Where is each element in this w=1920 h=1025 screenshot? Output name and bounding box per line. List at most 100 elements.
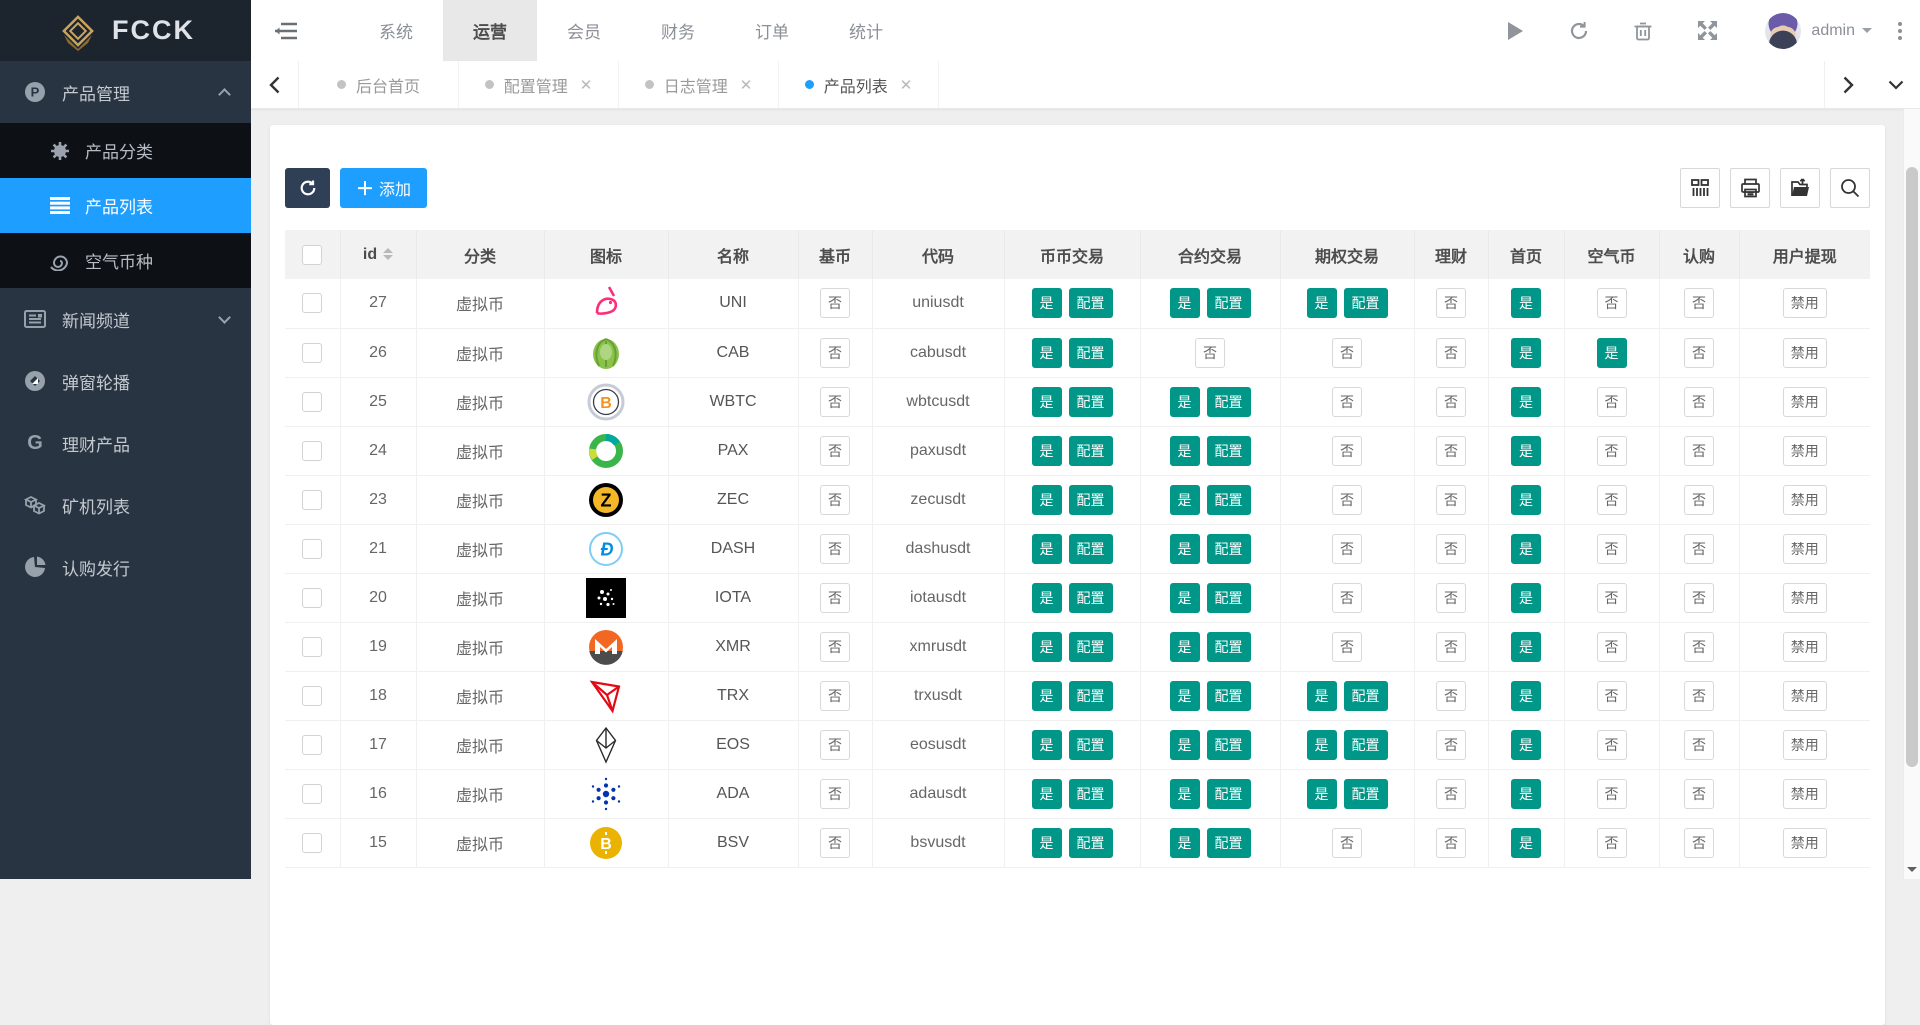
- spot-yes-toggle[interactable]: 是: [1032, 828, 1062, 858]
- finance-no-toggle[interactable]: 否: [1436, 730, 1466, 760]
- option-no-toggle[interactable]: 否: [1332, 387, 1362, 417]
- contract-yes-toggle[interactable]: 是: [1170, 534, 1200, 564]
- spot-yes-toggle[interactable]: 是: [1032, 338, 1062, 368]
- spot-yes-toggle[interactable]: 是: [1032, 632, 1062, 662]
- subscribe-no-toggle[interactable]: 否: [1684, 583, 1714, 613]
- home-yes-toggle[interactable]: 是: [1511, 436, 1541, 466]
- sidebar-item-product-list[interactable]: 产品列表: [0, 178, 251, 233]
- tab-close-icon[interactable]: ✕: [740, 76, 753, 94]
- spot-yes-toggle[interactable]: 是: [1032, 485, 1062, 515]
- sidebar-item-air-coins[interactable]: 空气币种: [0, 233, 251, 288]
- scrollbar-down-button[interactable]: [1904, 861, 1920, 877]
- refresh-table-button[interactable]: [285, 168, 330, 208]
- clear-cache-button[interactable]: [1611, 0, 1675, 61]
- finance-no-toggle[interactable]: 否: [1436, 583, 1466, 613]
- spot-config-button[interactable]: 配置: [1069, 779, 1113, 809]
- home-yes-toggle[interactable]: 是: [1511, 632, 1541, 662]
- spot-yes-toggle[interactable]: 是: [1032, 436, 1062, 466]
- row-checkbox[interactable]: [302, 735, 322, 755]
- base-no-toggle[interactable]: 否: [820, 485, 850, 515]
- contract-yes-toggle[interactable]: 是: [1170, 387, 1200, 417]
- withdraw-disabled-toggle[interactable]: 禁用: [1783, 730, 1827, 760]
- nav-item-0[interactable]: 系统: [349, 0, 443, 61]
- option-no-toggle[interactable]: 否: [1332, 436, 1362, 466]
- spot-config-button[interactable]: 配置: [1069, 436, 1113, 466]
- subscribe-no-toggle[interactable]: 否: [1684, 288, 1714, 318]
- row-checkbox[interactable]: [302, 588, 322, 608]
- finance-no-toggle[interactable]: 否: [1436, 828, 1466, 858]
- contract-yes-toggle[interactable]: 是: [1170, 632, 1200, 662]
- finance-no-toggle[interactable]: 否: [1436, 288, 1466, 318]
- spot-yes-toggle[interactable]: 是: [1032, 583, 1062, 613]
- option-no-toggle[interactable]: 否: [1332, 485, 1362, 515]
- subscribe-no-toggle[interactable]: 否: [1684, 632, 1714, 662]
- tab-close-icon[interactable]: ✕: [900, 76, 913, 94]
- contract-yes-toggle[interactable]: 是: [1170, 681, 1200, 711]
- air-no-toggle[interactable]: 否: [1597, 730, 1627, 760]
- base-no-toggle[interactable]: 否: [820, 288, 850, 318]
- spot-config-button[interactable]: 配置: [1069, 288, 1113, 318]
- finance-no-toggle[interactable]: 否: [1436, 534, 1466, 564]
- contract-yes-toggle[interactable]: 是: [1170, 485, 1200, 515]
- option-no-toggle[interactable]: 否: [1332, 632, 1362, 662]
- row-checkbox[interactable]: [302, 784, 322, 804]
- base-no-toggle[interactable]: 否: [820, 436, 850, 466]
- finance-no-toggle[interactable]: 否: [1436, 485, 1466, 515]
- base-no-toggle[interactable]: 否: [820, 583, 850, 613]
- subscribe-no-toggle[interactable]: 否: [1684, 534, 1714, 564]
- contract-yes-toggle[interactable]: 是: [1170, 828, 1200, 858]
- scrollbar-thumb[interactable]: [1906, 167, 1918, 767]
- air-no-toggle[interactable]: 否: [1597, 485, 1627, 515]
- withdraw-disabled-toggle[interactable]: 禁用: [1783, 338, 1827, 368]
- tab-2[interactable]: 日志管理 ✕: [619, 61, 779, 108]
- withdraw-disabled-toggle[interactable]: 禁用: [1783, 828, 1827, 858]
- spot-yes-toggle[interactable]: 是: [1032, 730, 1062, 760]
- refresh-page-button[interactable]: [1547, 0, 1611, 61]
- contract-config-button[interactable]: 配置: [1207, 436, 1251, 466]
- tabs-scroll-left-button[interactable]: [251, 61, 299, 108]
- contract-no-toggle[interactable]: 否: [1195, 338, 1225, 368]
- contract-yes-toggle[interactable]: 是: [1170, 730, 1200, 760]
- nav-item-4[interactable]: 订单: [725, 0, 819, 61]
- option-no-toggle[interactable]: 否: [1332, 828, 1362, 858]
- tabs-menu-button[interactable]: [1872, 61, 1920, 108]
- home-yes-toggle[interactable]: 是: [1511, 485, 1541, 515]
- row-checkbox[interactable]: [302, 441, 322, 461]
- option-config-button[interactable]: 配置: [1344, 288, 1388, 318]
- row-checkbox[interactable]: [302, 392, 322, 412]
- tab-close-icon[interactable]: ✕: [580, 76, 593, 94]
- spot-config-button[interactable]: 配置: [1069, 485, 1113, 515]
- row-checkbox[interactable]: [302, 293, 322, 313]
- search-button[interactable]: [1830, 168, 1870, 208]
- col-header-id[interactable]: id: [340, 230, 416, 279]
- finance-no-toggle[interactable]: 否: [1436, 779, 1466, 809]
- air-no-toggle[interactable]: 否: [1597, 828, 1627, 858]
- sidebar-item-finance-products[interactable]: G 理财产品: [0, 412, 251, 474]
- spot-config-button[interactable]: 配置: [1069, 387, 1113, 417]
- air-yes-toggle[interactable]: 是: [1597, 338, 1627, 368]
- contract-config-button[interactable]: 配置: [1207, 730, 1251, 760]
- finance-no-toggle[interactable]: 否: [1436, 387, 1466, 417]
- contract-yes-toggle[interactable]: 是: [1170, 436, 1200, 466]
- home-yes-toggle[interactable]: 是: [1511, 681, 1541, 711]
- base-no-toggle[interactable]: 否: [820, 681, 850, 711]
- option-yes-toggle[interactable]: 是: [1307, 779, 1337, 809]
- option-no-toggle[interactable]: 否: [1332, 534, 1362, 564]
- air-no-toggle[interactable]: 否: [1597, 387, 1627, 417]
- spot-yes-toggle[interactable]: 是: [1032, 288, 1062, 318]
- contract-yes-toggle[interactable]: 是: [1170, 288, 1200, 318]
- option-yes-toggle[interactable]: 是: [1307, 288, 1337, 318]
- sidebar-item-subscription-issue[interactable]: 认购发行: [0, 536, 251, 598]
- finance-no-toggle[interactable]: 否: [1436, 436, 1466, 466]
- tab-1[interactable]: 配置管理 ✕: [459, 61, 619, 108]
- user-avatar[interactable]: [1765, 13, 1801, 49]
- subscribe-no-toggle[interactable]: 否: [1684, 387, 1714, 417]
- option-config-button[interactable]: 配置: [1344, 779, 1388, 809]
- subscribe-no-toggle[interactable]: 否: [1684, 681, 1714, 711]
- home-yes-toggle[interactable]: 是: [1511, 779, 1541, 809]
- withdraw-disabled-toggle[interactable]: 禁用: [1783, 632, 1827, 662]
- print-button[interactable]: [1730, 168, 1770, 208]
- subscribe-no-toggle[interactable]: 否: [1684, 436, 1714, 466]
- withdraw-disabled-toggle[interactable]: 禁用: [1783, 436, 1827, 466]
- subscribe-no-toggle[interactable]: 否: [1684, 730, 1714, 760]
